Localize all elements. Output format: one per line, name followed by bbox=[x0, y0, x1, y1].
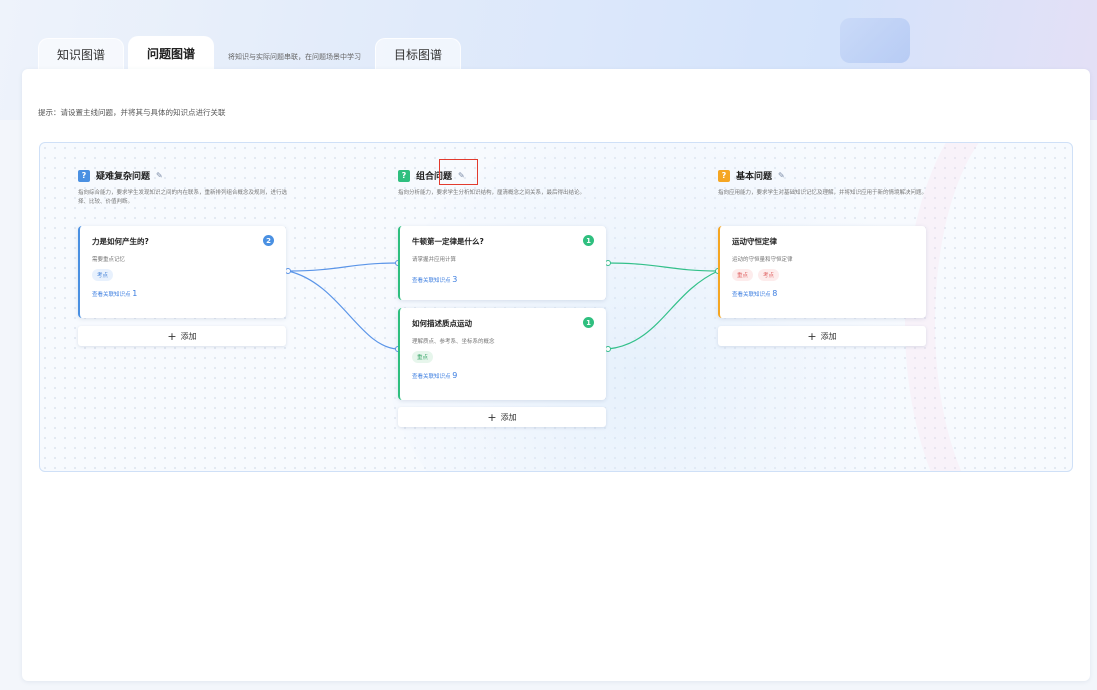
card-title: 运动守恒定律 bbox=[732, 237, 777, 246]
tag-exam-point: 考点 bbox=[758, 269, 780, 281]
column-title: 疑难复杂问题 bbox=[96, 172, 151, 182]
count-badge: 2 bbox=[263, 235, 274, 246]
question-card[interactable]: 如何描述质点运动 1 理解质点、参考系、坐标系的概念 重点 查看关联知识点 9 bbox=[398, 308, 606, 400]
view-linked-knowledge-link[interactable]: 查看关联知识点 1 bbox=[92, 289, 274, 298]
tab-bar: 知识图谱 问题图谱 将知识与实际问题串联，在问题场景中学习 目标图谱 bbox=[38, 36, 465, 70]
tab-knowledge-graph[interactable]: 知识图谱 bbox=[38, 38, 125, 70]
problem-graph-board: ? 疑难复杂问题 ✎ 指向综合能力，要求学生发现知识之间的内在联系，重新排列组合… bbox=[39, 142, 1073, 472]
decorative-shape bbox=[840, 18, 910, 63]
link-node[interactable] bbox=[605, 346, 611, 352]
add-button[interactable]: + 添加 bbox=[78, 326, 286, 346]
main-panel: 提示：请设置主线问题，并将其与具体的知识点进行关联 ? 疑难复杂问题 ✎ 指向综… bbox=[22, 69, 1090, 681]
link-line bbox=[607, 262, 719, 272]
card-subtitle: 运动的守恒量和守恒定律 bbox=[732, 257, 793, 263]
question-badge-icon: ? bbox=[78, 169, 90, 182]
card-title: 力是如何产生的? bbox=[92, 237, 149, 246]
view-linked-knowledge-link[interactable]: 查看关联知识点 3 bbox=[412, 275, 594, 284]
plus-icon: + bbox=[167, 329, 177, 343]
tab-goal-graph[interactable]: 目标图谱 bbox=[375, 38, 462, 70]
view-linked-knowledge-link[interactable]: 查看关联知识点 9 bbox=[412, 371, 594, 380]
plus-icon: + bbox=[487, 410, 497, 424]
question-card[interactable]: 力是如何产生的? 2 需要重点记忆 考点 查看关联知识点 1 bbox=[78, 226, 286, 318]
card-title: 牛顿第一定律是什么? bbox=[412, 237, 484, 246]
link-line bbox=[287, 262, 399, 272]
question-badge-icon: ? bbox=[398, 169, 410, 182]
column-desc: 指向综合能力，要求学生发现知识之间的内在联系，重新排列组合概念及规则，进行选择、… bbox=[78, 190, 288, 205]
hint-text: 提示：请设置主线问题，并将其与具体的知识点进行关联 bbox=[38, 108, 226, 117]
tab-hint-text: 将知识与实际问题串联，在问题场景中学习 bbox=[228, 53, 362, 61]
view-linked-knowledge-link[interactable]: 查看关联知识点 8 bbox=[732, 289, 914, 298]
tag-key-point: 重点 bbox=[412, 351, 434, 363]
plus-icon: + bbox=[807, 329, 817, 343]
column-header-complex: ? 疑难复杂问题 ✎ bbox=[78, 169, 163, 182]
add-button[interactable]: + 添加 bbox=[398, 407, 606, 427]
column-header-basic: ? 基本问题 ✎ bbox=[718, 169, 785, 182]
question-card[interactable]: 运动守恒定律 运动的守恒量和守恒定律 重点 考点 查看关联知识点 8 bbox=[718, 226, 926, 318]
link-line bbox=[607, 270, 719, 350]
highlight-box bbox=[439, 159, 478, 185]
column-title: 基本问题 bbox=[736, 172, 773, 182]
column-desc: 指向分析能力，要求学生分析知识结构，厘清概念之间关系，最后得出结论。 bbox=[398, 190, 586, 196]
add-button[interactable]: + 添加 bbox=[718, 326, 926, 346]
question-badge-icon: ? bbox=[718, 169, 730, 182]
card-subtitle: 理解质点、参考系、坐标系的概念 bbox=[412, 339, 495, 345]
column-desc: 指向应用能力，要求学生对基础知识记忆及理解，并将知识应用于新的情境解决问题。 bbox=[718, 190, 928, 196]
count-badge: 1 bbox=[583, 317, 594, 328]
pencil-icon[interactable]: ✎ bbox=[778, 171, 785, 180]
link-line bbox=[287, 270, 399, 350]
count-badge: 1 bbox=[583, 235, 594, 246]
card-subtitle: 需要重点记忆 bbox=[92, 257, 126, 263]
link-node[interactable] bbox=[285, 268, 291, 274]
pencil-icon[interactable]: ✎ bbox=[156, 171, 163, 180]
tab-problem-graph[interactable]: 问题图谱 bbox=[128, 36, 215, 70]
question-card[interactable]: 牛顿第一定律是什么? 1 请掌握并应用计算 查看关联知识点 3 bbox=[398, 226, 606, 300]
card-subtitle: 请掌握并应用计算 bbox=[412, 257, 457, 263]
tag-exam-point: 考点 bbox=[92, 269, 114, 281]
link-node[interactable] bbox=[605, 260, 611, 266]
card-title: 如何描述质点运动 bbox=[412, 319, 472, 328]
tag-key-point: 重点 bbox=[732, 269, 754, 281]
